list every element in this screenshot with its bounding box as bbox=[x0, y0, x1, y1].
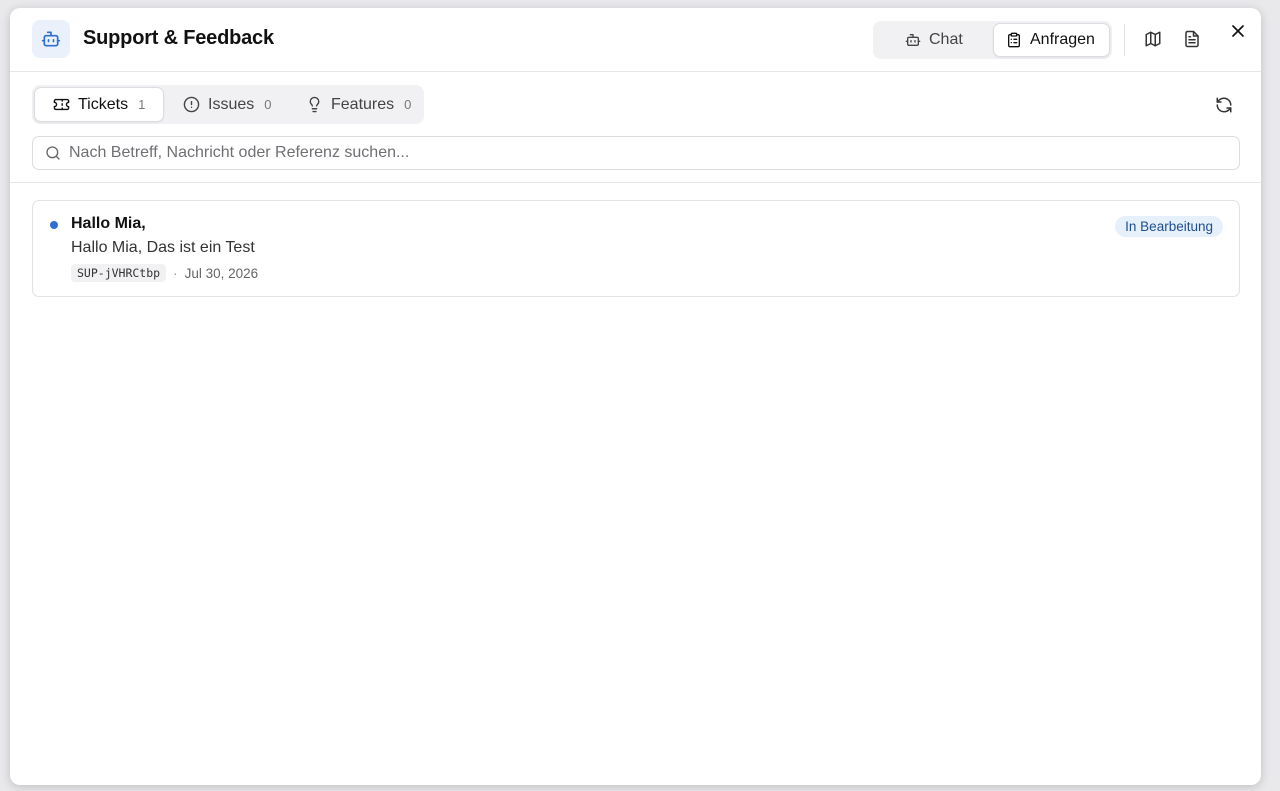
list-toolbar: Tickets 1 Issues 0 Features 0 Nach Betre… bbox=[10, 72, 1261, 183]
bot-icon bbox=[32, 20, 70, 58]
tab-tickets[interactable]: Tickets 1 bbox=[34, 87, 164, 122]
close-icon[interactable] bbox=[1228, 21, 1248, 41]
mode-switch: Chat Anfragen bbox=[873, 21, 1112, 59]
support-dialog: Support & Feedback Chat Anfragen Tickets… bbox=[10, 8, 1261, 785]
tab-issues-count: 0 bbox=[264, 97, 272, 112]
meta-separator: · bbox=[173, 265, 178, 281]
category-tabs: Tickets 1 Issues 0 Features 0 bbox=[32, 85, 424, 124]
status-badge: In Bearbeitung bbox=[1115, 216, 1223, 237]
tab-features-label: Features bbox=[331, 95, 395, 113]
tab-issues-label: Issues bbox=[208, 95, 255, 113]
search-input[interactable] bbox=[69, 144, 1239, 162]
lightbulb-icon bbox=[306, 96, 323, 113]
refresh-icon[interactable] bbox=[1215, 96, 1235, 116]
dialog-header: Support & Feedback Chat Anfragen bbox=[10, 8, 1261, 72]
unread-indicator bbox=[50, 221, 58, 229]
tab-anfragen-label: Anfragen bbox=[1030, 31, 1095, 48]
bot-icon bbox=[905, 32, 921, 48]
ticket-reference: SUP-jVHRCtbp bbox=[71, 264, 167, 282]
tab-chat-label: Chat bbox=[929, 31, 963, 48]
document-icon[interactable] bbox=[1183, 30, 1203, 50]
tab-chat[interactable]: Chat bbox=[893, 23, 975, 57]
ticket-icon bbox=[53, 96, 70, 113]
ticket-preview: Hallo Mia, Das ist ein Test bbox=[71, 239, 255, 256]
page-title: Support & Feedback bbox=[83, 27, 274, 49]
header-divider bbox=[1124, 24, 1125, 56]
list-item[interactable]: Hallo Mia, Hallo Mia, Das ist ein Test S… bbox=[32, 200, 1240, 297]
search-icon bbox=[45, 145, 61, 161]
map-icon[interactable] bbox=[1144, 30, 1164, 50]
tab-features-count: 0 bbox=[404, 97, 412, 112]
ticket-meta: SUP-jVHRCtbp · Jul 30, 2026 bbox=[71, 264, 258, 282]
alert-circle-icon bbox=[183, 96, 200, 113]
tab-tickets-label: Tickets bbox=[78, 95, 129, 113]
tab-anfragen[interactable]: Anfragen bbox=[993, 23, 1110, 57]
tab-features[interactable]: Features 0 bbox=[306, 87, 411, 122]
ticket-date: Jul 30, 2026 bbox=[184, 265, 259, 281]
clipboard-icon bbox=[1006, 32, 1022, 48]
tab-tickets-count: 1 bbox=[138, 97, 146, 112]
tab-issues[interactable]: Issues 0 bbox=[183, 87, 271, 122]
search-field[interactable] bbox=[32, 136, 1240, 170]
ticket-subject: Hallo Mia, bbox=[71, 215, 146, 232]
